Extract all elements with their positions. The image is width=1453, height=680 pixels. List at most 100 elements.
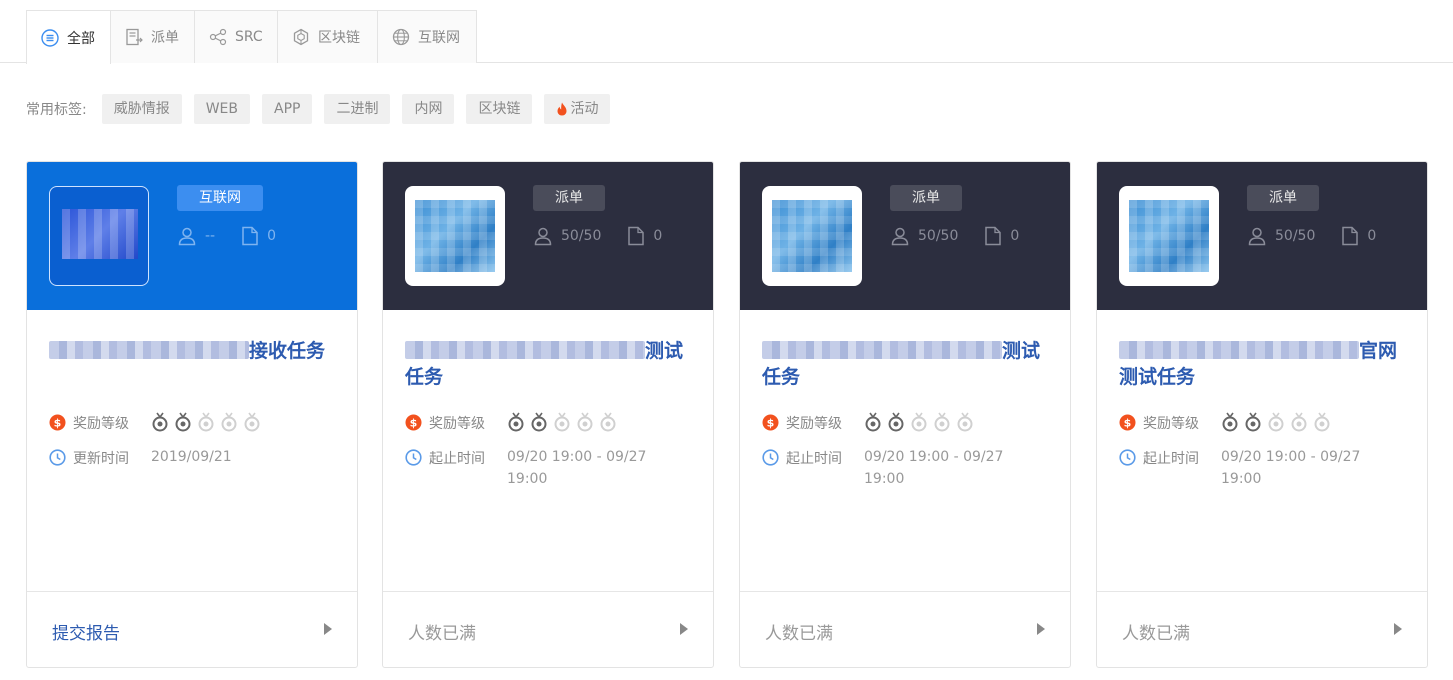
- tag-blockchain[interactable]: 区块链: [466, 94, 533, 124]
- submit-report-link[interactable]: 提交报告: [52, 619, 120, 644]
- full-status-text: 人数已满: [765, 624, 833, 644]
- participants-count: 50/50: [561, 228, 602, 244]
- user-icon: [891, 227, 909, 246]
- card-footer[interactable]: 人数已满: [383, 591, 713, 667]
- task-card[interactable]: 互联网 -- 0 接收任务 $ 奖励等级 更新时间 2019/09/21 提交报…: [26, 161, 358, 668]
- time-value: 09/20 19:00 - 09/27 19:00: [864, 449, 1004, 487]
- time-value: 09/20 19:00 - 09/27 19:00: [507, 449, 647, 487]
- reward-medals: [507, 412, 617, 432]
- time-value: 09/20 19:00 - 09/27 19:00: [1221, 449, 1361, 487]
- card-header: 派单 50/50 0: [383, 162, 713, 310]
- tab-dispatch[interactable]: 派单: [110, 10, 195, 63]
- company-logo: [762, 186, 862, 286]
- participants-count: 50/50: [918, 228, 959, 244]
- task-card[interactable]: 派单 50/50 0 测试 任务 $ 奖励等级 起止时间 09/20 19:00…: [382, 161, 714, 668]
- medal-filled-icon: [152, 412, 168, 432]
- medal-empty-icon: [577, 412, 593, 432]
- medal-filled-icon: [508, 412, 524, 432]
- time-row: 起止时间 09/20 19:00 - 09/27 19:00: [762, 448, 1014, 490]
- caret-right-icon: [324, 623, 332, 635]
- category-tabs: 全部 派单 SRC 区块链 互联网: [0, 0, 1453, 64]
- medal-empty-icon: [600, 412, 616, 432]
- tab-label: 区块链: [318, 30, 360, 46]
- time-row: 起止时间 09/20 19:00 - 09/27 19:00: [1119, 448, 1371, 490]
- document-icon: [242, 226, 258, 246]
- tab-blockchain[interactable]: 区块链: [277, 10, 378, 63]
- reward-label: 奖励等级: [429, 416, 485, 432]
- medal-empty-icon: [554, 412, 570, 432]
- medal-filled-icon: [888, 412, 904, 432]
- medal-empty-icon: [221, 412, 237, 432]
- tab-src[interactable]: SRC: [194, 10, 278, 63]
- redacted-text: [1119, 341, 1359, 359]
- tags-label: 常用标签:: [26, 102, 87, 118]
- company-logo: [1119, 186, 1219, 286]
- document-icon: [985, 226, 1002, 246]
- card-header: 互联网 -- 0: [27, 162, 357, 310]
- tag-threat-intel[interactable]: 威胁情报: [101, 94, 182, 124]
- full-status-text: 人数已满: [408, 624, 476, 644]
- tab-internet[interactable]: 互联网: [377, 10, 477, 63]
- medal-empty-icon: [911, 412, 927, 432]
- tab-label: 派单: [151, 30, 179, 46]
- card-stats: 50/50 0: [533, 225, 688, 247]
- participants-count: 50/50: [1275, 228, 1316, 244]
- card-header: 派单 50/50 0: [1097, 162, 1427, 310]
- common-tags: 常用标签: 威胁情报 WEB APP 二进制 内网 区块链 活动: [26, 94, 622, 124]
- list-circle-icon: [41, 28, 59, 47]
- medal-empty-icon: [1268, 412, 1284, 432]
- redacted-text: [49, 341, 249, 359]
- tag-activity-label: 活动: [570, 101, 599, 117]
- svg-text:$: $: [54, 417, 62, 430]
- medal-filled-icon: [531, 412, 547, 432]
- document-icon: [1342, 226, 1359, 246]
- medal-empty-icon: [934, 412, 950, 432]
- task-title[interactable]: 接收任务: [49, 338, 339, 364]
- clock-icon: [405, 449, 422, 466]
- tag-activity[interactable]: 活动: [544, 94, 611, 124]
- task-card[interactable]: 派单 50/50 0 测试 任务 $ 奖励等级 起止时间 09/20 19:00…: [739, 161, 1071, 668]
- tag-intranet[interactable]: 内网: [402, 94, 455, 124]
- task-title[interactable]: 测试 任务: [762, 338, 1052, 390]
- task-title[interactable]: 测试 任务: [405, 338, 695, 390]
- reward-medals: [151, 412, 261, 432]
- medal-empty-icon: [244, 412, 260, 432]
- tag-web[interactable]: WEB: [193, 94, 251, 124]
- reward-level-row: $ 奖励等级: [762, 412, 974, 433]
- reward-medals: [1221, 412, 1331, 432]
- tab-label: 互联网: [418, 30, 460, 46]
- card-header: 派单 50/50 0: [740, 162, 1070, 310]
- tag-binary[interactable]: 二进制: [324, 94, 391, 124]
- medal-empty-icon: [957, 412, 973, 432]
- task-title[interactable]: 官网 测试任务: [1119, 338, 1409, 390]
- medal-empty-icon: [1314, 412, 1330, 432]
- dollar-coin-icon: $: [49, 414, 66, 431]
- redacted-text: [762, 341, 1002, 359]
- reward-label: 奖励等级: [1143, 416, 1199, 432]
- caret-right-icon: [680, 623, 688, 635]
- user-icon: [1248, 227, 1266, 246]
- tag-app[interactable]: APP: [262, 94, 313, 124]
- card-footer[interactable]: 人数已满: [740, 591, 1070, 667]
- medal-filled-icon: [1245, 412, 1261, 432]
- task-card[interactable]: 派单 50/50 0 官网 测试任务 $ 奖励等级 起止时间 09/20 19:…: [1096, 161, 1428, 668]
- medal-filled-icon: [865, 412, 881, 432]
- reward-level-row: $ 奖励等级: [405, 412, 617, 433]
- svg-text:$: $: [767, 417, 775, 430]
- report-count: 0: [1367, 228, 1377, 244]
- dollar-coin-icon: $: [1119, 414, 1136, 431]
- blockchain-cube-icon: [292, 28, 310, 46]
- dollar-coin-icon: $: [405, 414, 422, 431]
- card-footer[interactable]: 人数已满: [1097, 591, 1427, 667]
- tab-all[interactable]: 全部: [26, 10, 111, 64]
- svg-text:$: $: [1124, 417, 1132, 430]
- user-icon: [534, 227, 552, 246]
- reward-label: 奖励等级: [73, 416, 129, 432]
- clock-icon: [1119, 449, 1136, 466]
- report-count: 0: [1010, 228, 1020, 244]
- medal-empty-icon: [198, 412, 214, 432]
- card-stats: 50/50 0: [890, 225, 1045, 247]
- report-count: 0: [653, 228, 663, 244]
- card-footer[interactable]: 提交报告: [27, 591, 357, 667]
- category-badge: 派单: [890, 185, 962, 211]
